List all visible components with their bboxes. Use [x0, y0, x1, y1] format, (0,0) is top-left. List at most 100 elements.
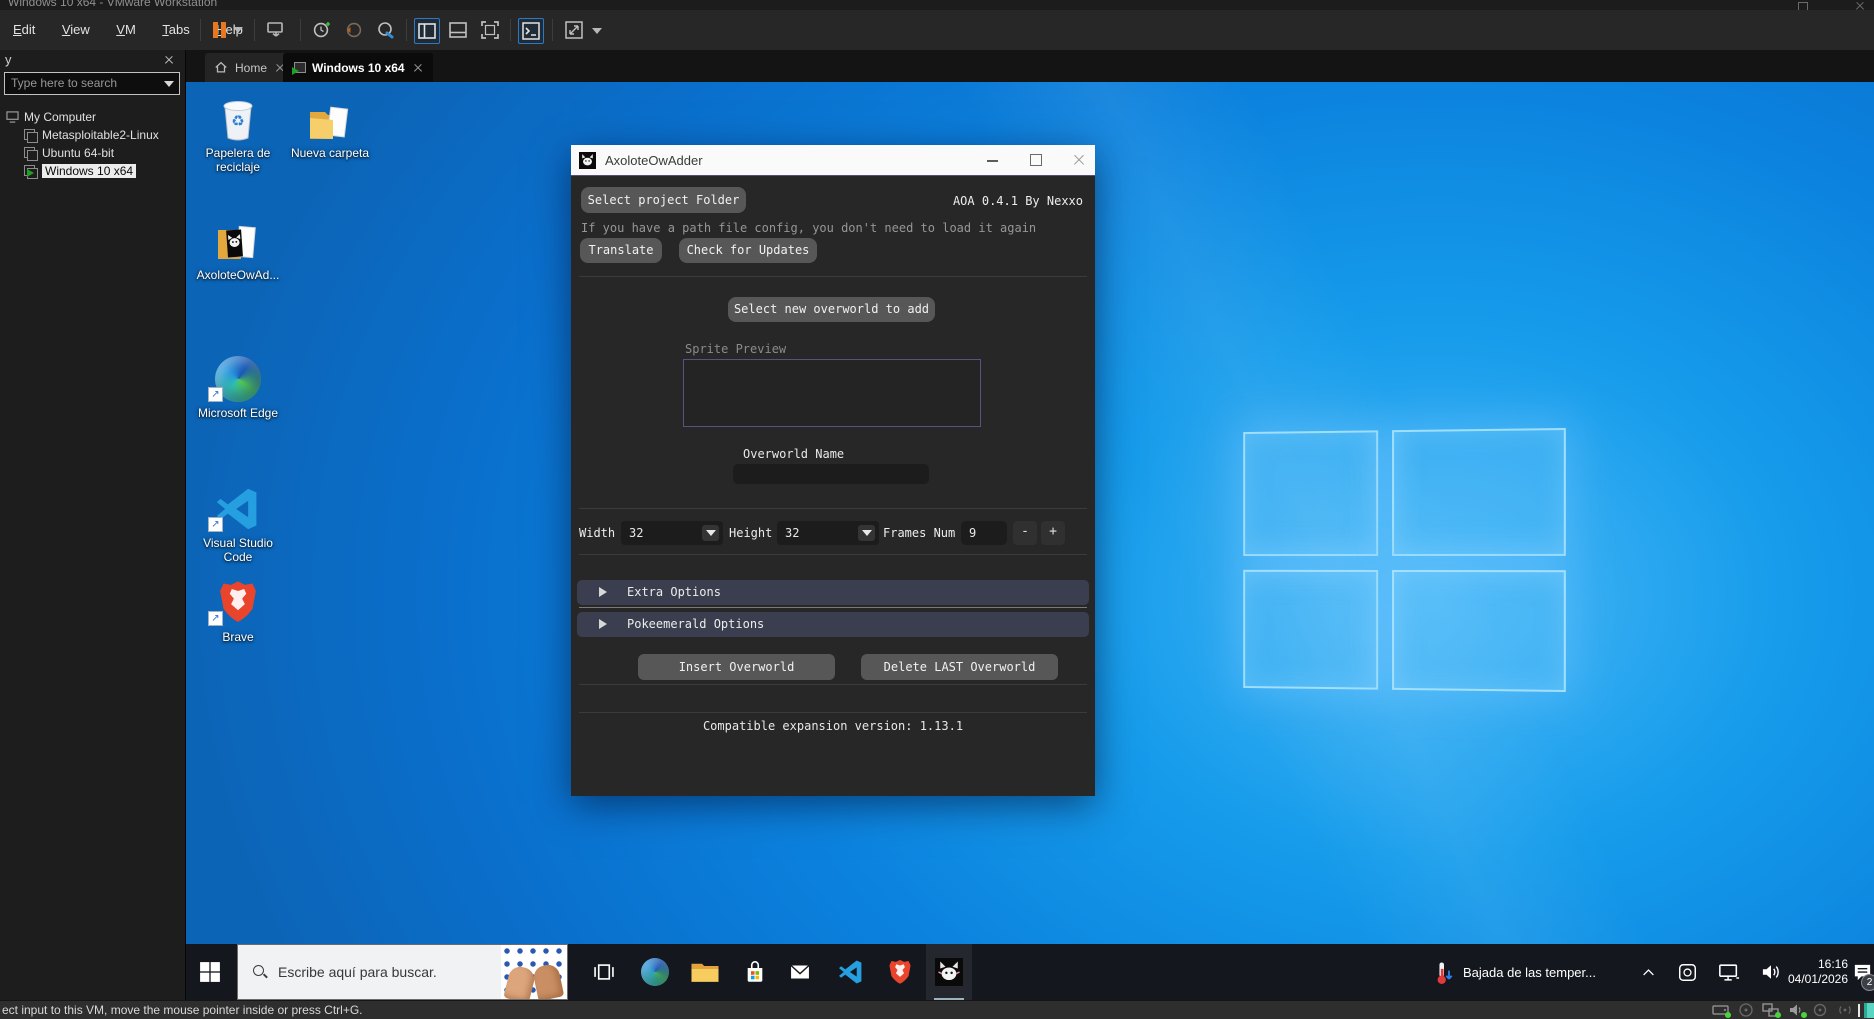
menu-tabs[interactable]: Tabs [151, 10, 200, 50]
sidebar-item-my-computer[interactable]: My Computer [6, 108, 96, 126]
weather-widget[interactable]: Bajada de las temper... [1434, 944, 1614, 1000]
tray-volume-button[interactable] [1752, 944, 1790, 1000]
take-snapshot-icon[interactable] [310, 18, 334, 42]
chevron-down-icon[interactable] [592, 28, 602, 34]
delete-last-overworld-button[interactable]: Delete LAST Overworld [861, 654, 1058, 680]
notification-center-button[interactable]: 2 [1850, 944, 1874, 1000]
close-library-icon[interactable] [163, 54, 175, 66]
sidebar-item-metasploitable[interactable]: Metasploitable2-Linux [24, 126, 159, 144]
height-combobox[interactable]: 32 [777, 521, 879, 545]
minimize-icon[interactable] [976, 145, 1010, 175]
select-project-folder-button[interactable]: Select project Folder [581, 187, 746, 213]
tray-vmware-tools-button[interactable] [1668, 944, 1706, 1000]
send-ctrl-alt-del-icon[interactable] [264, 18, 288, 42]
height-label: Height [729, 526, 772, 540]
frames-decrement-button[interactable]: - [1013, 521, 1037, 545]
taskbar-explorer-button[interactable] [682, 944, 728, 1000]
fullscreen-prompt-icon[interactable] [1864, 1003, 1874, 1018]
tray-expand-button[interactable] [1634, 944, 1662, 1000]
close-window-icon[interactable] [1854, 0, 1866, 10]
taskbar-store-button[interactable] [732, 944, 778, 1000]
library-search-input[interactable]: Type here to search [4, 72, 180, 95]
sidebar-item-label: Windows 10 x64 [42, 164, 136, 178]
chevron-down-icon[interactable] [858, 525, 875, 541]
tab-windows10[interactable]: Windows 10 x64 [283, 53, 433, 82]
tab-home-label: Home [235, 61, 267, 75]
translate-button[interactable]: Translate [580, 238, 662, 263]
desktop-icon-vscode[interactable]: ↗ Visual Studio Code [194, 480, 282, 564]
desktop-icon-recycle-bin[interactable]: ♻ Papelera de reciclaje [194, 90, 282, 174]
library-panel: y Type here to search My Computer Metasp… [0, 50, 186, 1000]
separator [579, 712, 1087, 713]
desktop-icon-edge[interactable]: ↗ Microsoft Edge [194, 350, 282, 420]
cd-dvd-status-icon[interactable] [1738, 1003, 1756, 1017]
close-tab-icon[interactable] [412, 62, 424, 74]
frames-increment-button[interactable]: + [1041, 521, 1065, 545]
app-titlebar[interactable]: AxoloteOwAdder [571, 145, 1095, 175]
fullscreen-icon[interactable] [478, 18, 502, 42]
desktop-icon-axolote-folder[interactable]: AxoloteOwAd... [194, 212, 282, 282]
pokeemerald-options-expander[interactable]: Pokeemerald Options [577, 612, 1089, 637]
start-button[interactable] [186, 944, 234, 1000]
vscode-icon: ↗ [194, 480, 282, 532]
taskbar-brave-button[interactable] [878, 944, 922, 1000]
console-view-icon[interactable] [518, 18, 544, 44]
taskbar-mail-button[interactable] [778, 944, 822, 1000]
chevron-down-icon[interactable] [233, 27, 243, 33]
menu-vm[interactable]: VM [105, 10, 147, 50]
tray-network-button[interactable] [1710, 944, 1748, 1000]
show-thumbnail-bar-icon[interactable] [446, 18, 470, 42]
toolbar-separator [300, 19, 301, 41]
axolote-app-icon [935, 958, 963, 986]
extra-options-expander[interactable]: Extra Options [577, 580, 1089, 605]
desktop-icon-brave[interactable]: ↗ Brave [194, 574, 282, 644]
chevron-down-icon[interactable] [702, 525, 719, 541]
sound-status-icon[interactable] [1788, 1003, 1806, 1017]
menu-edit[interactable]: Edit [2, 10, 46, 50]
task-view-button[interactable] [582, 944, 626, 1000]
library-header-fragment: y [5, 52, 12, 67]
taskbar-edge-button[interactable] [632, 944, 678, 1000]
wireless-status-icon[interactable] [1836, 1003, 1854, 1017]
clock-date: 04/01/2026 [1788, 972, 1848, 987]
search-hands-image [501, 945, 567, 999]
tab-home[interactable]: Home [205, 53, 295, 82]
close-icon[interactable] [1062, 145, 1096, 175]
sidebar-item-ubuntu[interactable]: Ubuntu 64-bit [24, 144, 114, 162]
taskbar-search-input[interactable]: Escribe aquí para buscar. [237, 944, 568, 1000]
taskbar-clock[interactable]: 16:16 04/01/2026 [1790, 944, 1846, 1000]
search-icon [252, 964, 268, 980]
axolote-app-icon [579, 152, 596, 169]
desktop-icon-new-folder[interactable]: Nueva carpeta [286, 90, 374, 160]
computer-icon [6, 111, 19, 123]
show-library-toggle-icon[interactable] [414, 18, 440, 44]
frames-num-input[interactable]: 9 [961, 521, 1007, 545]
menu-view[interactable]: View [51, 10, 101, 50]
hard-disk-status-icon[interactable] [1712, 1003, 1730, 1017]
maximize-icon[interactable] [1019, 145, 1053, 175]
sidebar-item-windows10[interactable]: Windows 10 x64 [24, 162, 136, 180]
select-new-overworld-button[interactable]: Select new overworld to add [728, 297, 935, 322]
network-adapter-status-icon[interactable] [1762, 1003, 1780, 1017]
axolote-folder-icon [194, 212, 282, 264]
vmware-window-title: Windows 10 x64 - VMware Workstation [8, 0, 217, 9]
width-label: Width [579, 526, 615, 540]
restore-window-icon[interactable] [1798, 2, 1808, 10]
chevron-down-icon[interactable] [164, 81, 174, 87]
manage-snapshots-icon[interactable] [374, 18, 398, 42]
stretch-guest-icon[interactable] [562, 18, 586, 42]
vm-icon [24, 147, 37, 160]
device-connected-dot [1801, 1012, 1807, 1018]
shortcut-arrow-icon: ↗ [208, 611, 223, 626]
taskbar-vscode-button[interactable] [828, 944, 874, 1000]
usb-status-icon[interactable] [1812, 1003, 1830, 1017]
sprite-preview-label: Sprite Preview [685, 342, 786, 356]
insert-overworld-button[interactable]: Insert Overworld [638, 654, 835, 680]
check-updates-button[interactable]: Check for Updates [679, 238, 817, 263]
revert-snapshot-icon[interactable] [342, 18, 366, 42]
taskbar-axolote-button-active[interactable] [926, 944, 972, 1000]
overworld-name-input[interactable] [733, 464, 929, 484]
separator [579, 554, 1087, 555]
width-combobox[interactable]: 32 [621, 521, 723, 545]
microsoft-store-icon [742, 959, 768, 985]
